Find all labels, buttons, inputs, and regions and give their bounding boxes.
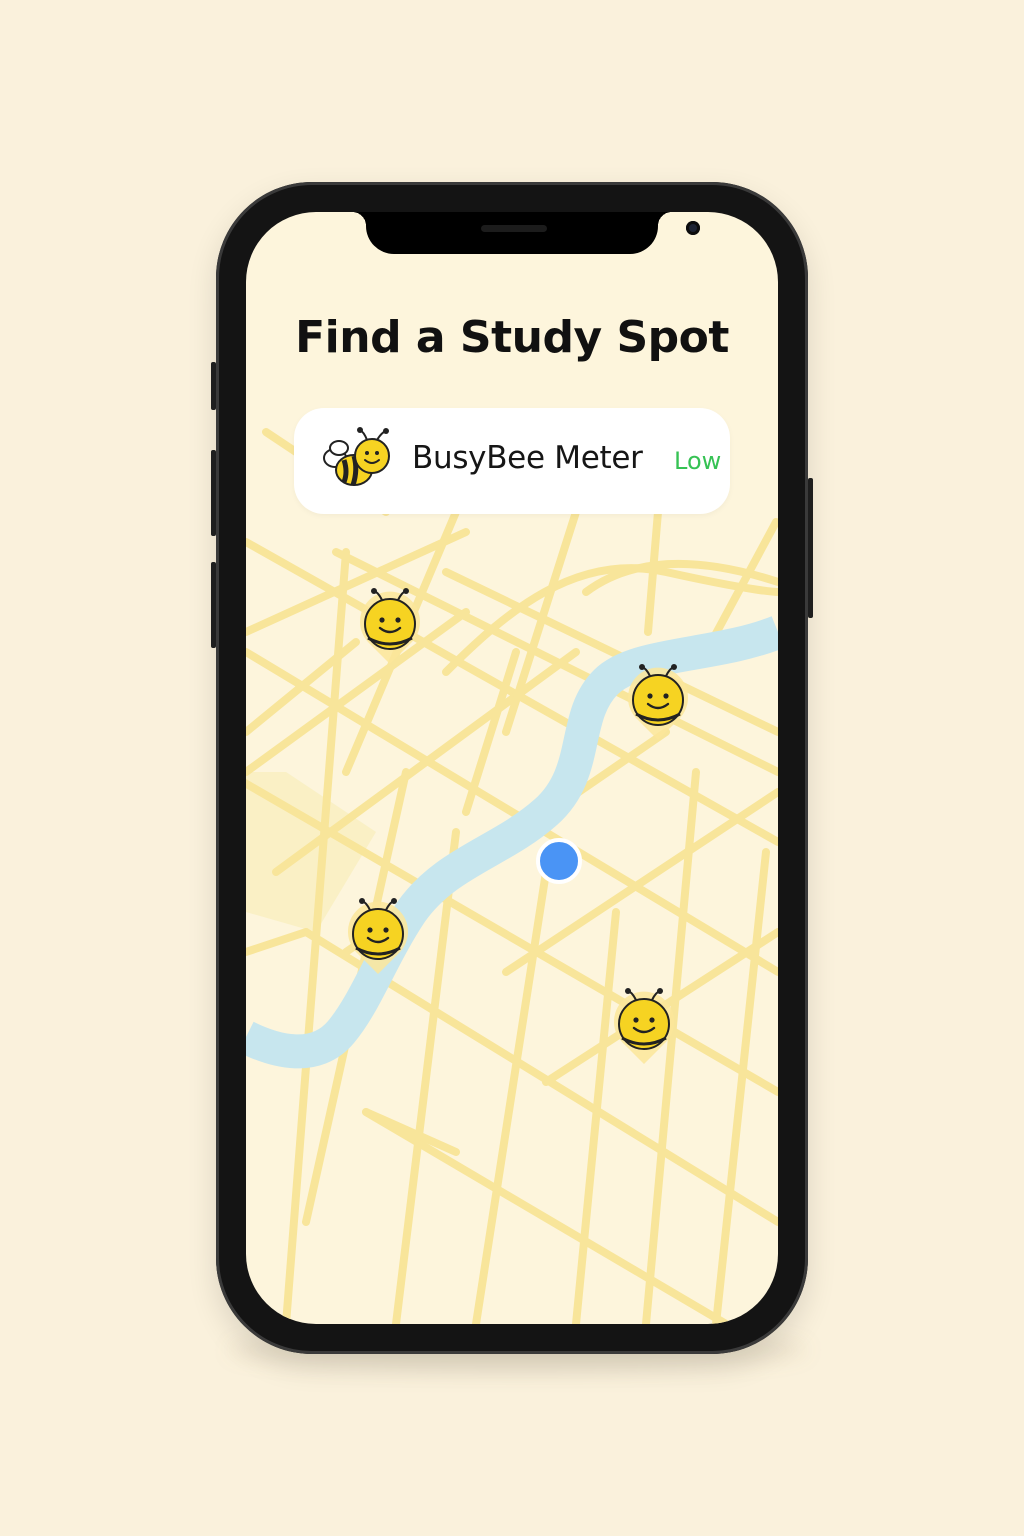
phone-screen: Find a Study Spot BusyBee Meter Low <box>246 212 778 1324</box>
study-spot-marker[interactable] <box>342 896 414 976</box>
volume-up-button <box>211 450 216 536</box>
study-spot-marker[interactable] <box>608 986 680 1066</box>
volume-down-button <box>211 562 216 648</box>
page-title: Find a Study Spot <box>295 312 729 363</box>
bee-icon <box>323 427 390 486</box>
front-camera <box>686 221 700 235</box>
power-button <box>808 478 813 618</box>
study-spot-marker[interactable] <box>354 586 426 666</box>
study-spot-marker[interactable] <box>622 662 694 742</box>
phone-notch <box>352 212 700 254</box>
busybee-meter-card[interactable]: BusyBee Meter Low <box>294 408 730 514</box>
earpiece-speaker <box>481 225 547 232</box>
city-map[interactable] <box>246 212 778 1324</box>
busybee-meter-label: BusyBee Meter <box>412 440 643 476</box>
busybee-meter-level: Low <box>674 447 722 475</box>
location-dot-icon <box>536 838 582 884</box>
mute-switch <box>211 362 216 410</box>
